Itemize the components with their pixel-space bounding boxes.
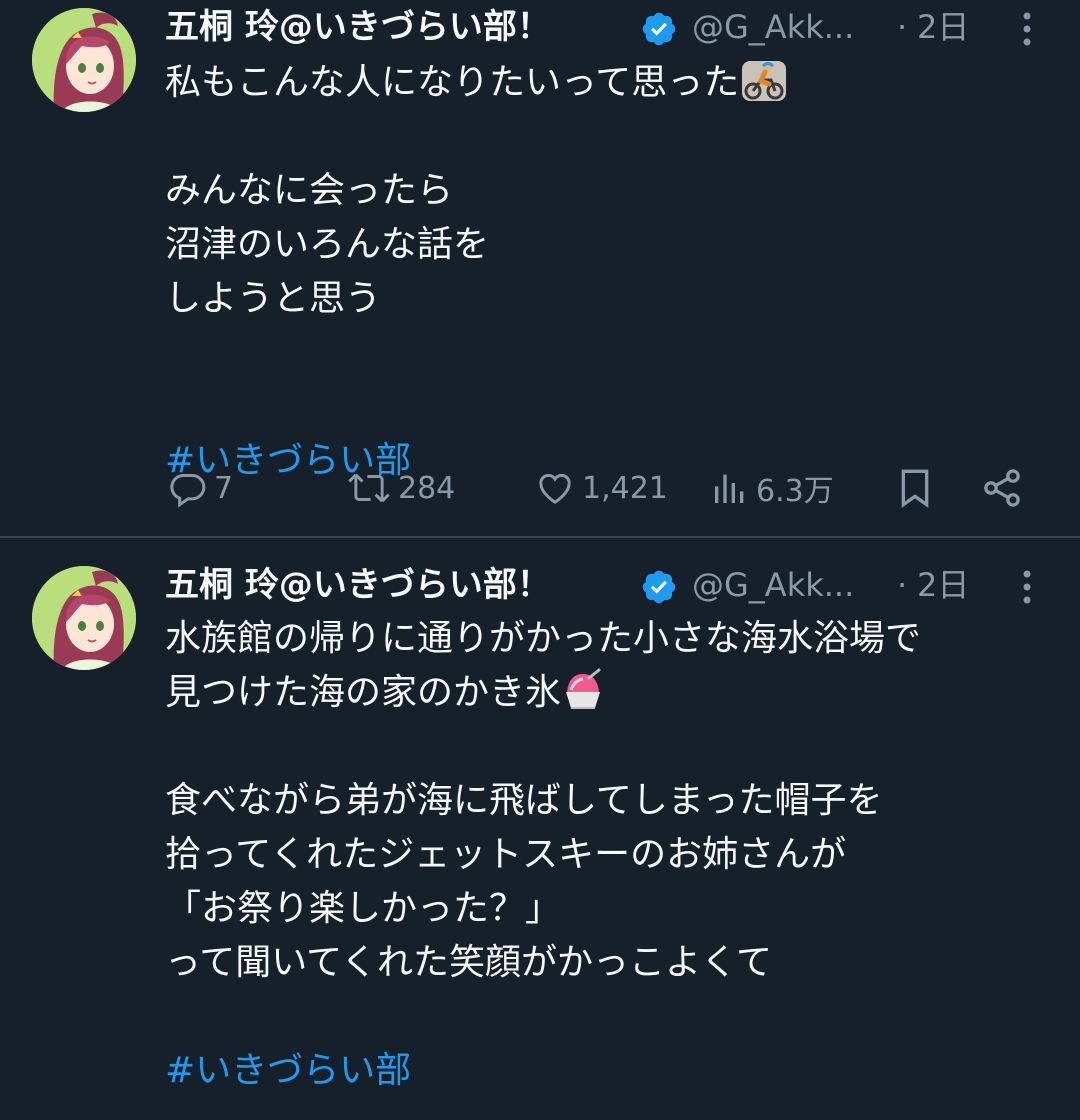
tweet[interactable]: 五桐 玲@いきづらい部！ @G_Akk... · 2日 水族館の帰りに通りがかっ… xyxy=(0,540,1080,1120)
text-line: しようと思う xyxy=(165,278,382,319)
reply-icon xyxy=(170,474,206,508)
text-line xyxy=(165,110,1055,164)
shaved-ice-emoji-icon xyxy=(563,668,603,728)
text-line: 水族館の帰りに通りがかった小さな海水浴場で xyxy=(165,618,922,659)
like-count: 1,421 xyxy=(582,470,668,506)
retweet-button[interactable]: 284 xyxy=(346,460,455,516)
author-name[interactable]: 五桐 玲@いきづらい部！ xyxy=(165,562,551,608)
retweet-count: 284 xyxy=(398,470,456,506)
text-line: みんなに会ったら xyxy=(165,170,454,211)
text-line xyxy=(165,720,1055,774)
tweet-header: 五桐 玲@いきづらい部！ @G_Akk... · 2日 xyxy=(165,2,1065,54)
text-line: 沼津のいろんな話を xyxy=(165,224,490,265)
text-line xyxy=(165,990,1055,1044)
retweet-icon xyxy=(348,473,390,503)
tweet-divider xyxy=(0,536,1080,538)
bookmark-button[interactable] xyxy=(895,460,935,516)
share-button[interactable] xyxy=(980,460,1024,516)
like-button[interactable]: 1,421 xyxy=(534,460,668,516)
tweet-text: 私もこんな人になりたいって思った みんなに会ったら 沼津のいろんな話を しようと… xyxy=(165,56,1055,488)
text-line: 「お祭り楽しかった？」 xyxy=(165,888,562,929)
author-name[interactable]: 五桐 玲@いきづらい部！ xyxy=(165,4,551,50)
avatar-image xyxy=(32,8,136,112)
text-line: 見つけた海の家のかき氷 xyxy=(165,666,1055,720)
separator: · xyxy=(897,8,908,46)
text-line: 拾ってくれたジェットスキーのお姉さんが xyxy=(165,834,847,875)
timestamp[interactable]: 2日 xyxy=(917,562,969,608)
tweet-header: 五桐 玲@いきづらい部！ @G_Akk... · 2日 xyxy=(165,560,1065,612)
author-handle[interactable]: @G_Akk... xyxy=(692,562,854,608)
avatar[interactable] xyxy=(32,8,136,112)
more-options-icon[interactable] xyxy=(1012,566,1042,608)
text-line xyxy=(165,326,1055,380)
timestamp[interactable]: 2日 xyxy=(917,4,969,50)
avatar[interactable] xyxy=(32,566,136,670)
analytics-icon xyxy=(715,474,744,503)
author-handle[interactable]: @G_Akk... xyxy=(692,4,854,50)
verified-badge-icon xyxy=(642,570,676,604)
person-biking-emoji-icon xyxy=(741,60,787,118)
views-button[interactable]: 6.3万 xyxy=(710,460,834,516)
text-line: って聞いてくれた笑顔がかっこよくて xyxy=(165,942,772,983)
view-count: 6.3万 xyxy=(756,474,834,509)
tweet-actions: 7 284 1,421 6.3万 xyxy=(0,460,1080,516)
text-line: 食べながら弟が海に飛ばしてしまった帽子を xyxy=(165,780,883,821)
hashtag-link[interactable]: #いきづらい部 xyxy=(165,1044,1055,1098)
bookmark-icon xyxy=(901,469,929,508)
tweet-text: 水族館の帰りに通りがかった小さな海水浴場で 見つけた海の家のかき氷 食べながら弟… xyxy=(165,612,1055,1098)
reply-count: 7 xyxy=(214,470,234,506)
verified-badge-icon xyxy=(642,12,676,46)
avatar-image xyxy=(32,566,136,670)
heart-icon xyxy=(539,473,571,504)
separator: · xyxy=(897,566,908,604)
reply-button[interactable]: 7 xyxy=(168,460,233,516)
tweet[interactable]: 五桐 玲@いきづらい部！ @G_Akk... · 2日 私もこんな人になりたいっ… xyxy=(0,0,1080,536)
text-line xyxy=(165,380,1055,434)
more-options-icon[interactable] xyxy=(1012,8,1042,50)
text-line: 私もこんな人になりたいって思った xyxy=(165,56,1055,110)
share-icon xyxy=(984,469,1020,507)
